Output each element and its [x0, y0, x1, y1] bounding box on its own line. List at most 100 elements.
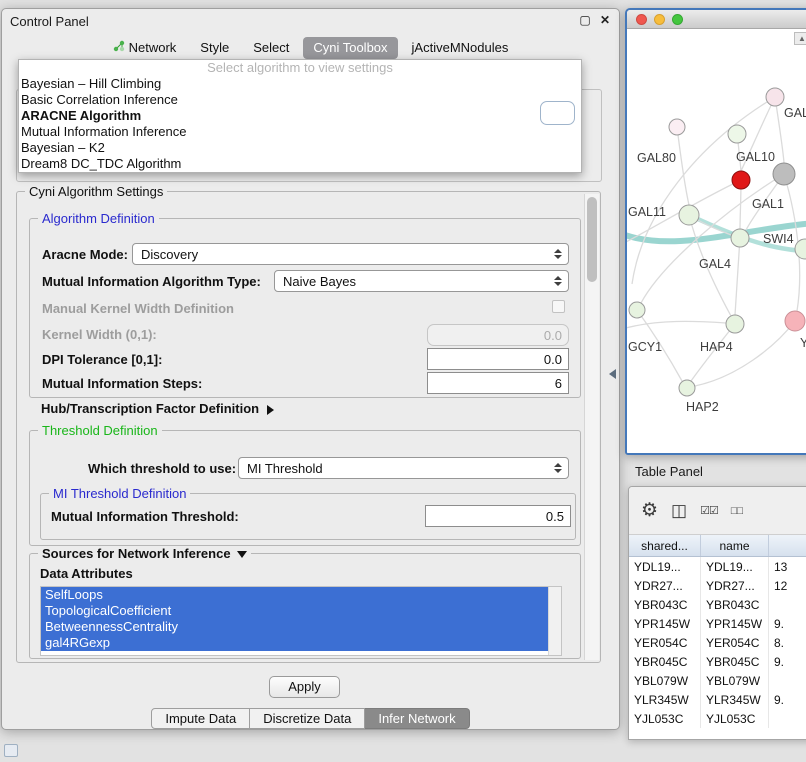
- settings-scrollbar-thumb[interactable]: [587, 197, 597, 282]
- table-row[interactable]: YBR043CYBR043C: [629, 595, 806, 614]
- sources-group: Sources for Network Inference Data Attri…: [29, 553, 581, 659]
- network-node[interactable]: [726, 315, 744, 333]
- bottom-tab-infer-network[interactable]: Infer Network: [365, 708, 469, 729]
- mi-steps-label: Mutual Information Steps:: [42, 376, 202, 391]
- which-threshold-value: MI Threshold: [247, 461, 323, 476]
- table-row[interactable]: YLR345WYLR345W9.: [629, 690, 806, 709]
- network-node[interactable]: [679, 380, 695, 396]
- algorithm-option-basic-correlation-inference[interactable]: Basic Correlation Inference: [19, 92, 581, 108]
- gear-icon[interactable]: ⚙: [641, 499, 658, 522]
- data-attributes-label: Data Attributes: [40, 566, 133, 581]
- table-cell: YPR145W: [629, 614, 701, 633]
- network-canvas[interactable]: GALGAL80GAL10GAL1GAL11SWI4GAL4GCY1HAP4YH…: [627, 29, 806, 453]
- network-scrollbar-button[interactable]: ▲: [794, 32, 806, 45]
- window-title: Control Panel: [10, 14, 89, 29]
- node-label-hap4: HAP4: [700, 340, 733, 354]
- network-edge: [627, 321, 726, 329]
- column-header-1[interactable]: shared...: [629, 535, 701, 556]
- tab-network[interactable]: Network: [103, 37, 187, 59]
- node-label-gal80: GAL80: [637, 151, 676, 165]
- table-header-row: shared...name: [629, 535, 806, 557]
- algorithm-option-mutual-information-inference[interactable]: Mutual Information Inference: [19, 124, 581, 140]
- network-node[interactable]: [731, 229, 749, 247]
- zoom-traffic-light-icon[interactable]: [672, 14, 683, 25]
- mi-type-select[interactable]: Naive Bayes: [274, 270, 569, 292]
- attribute-item-betweennesscentrality[interactable]: BetweennessCentrality: [41, 619, 548, 635]
- tab-style[interactable]: Style: [190, 37, 239, 59]
- network-node[interactable]: [679, 205, 699, 225]
- background-spinner-field[interactable]: [540, 101, 575, 125]
- network-edge: [775, 97, 784, 163]
- which-threshold-select[interactable]: MI Threshold: [238, 457, 569, 479]
- attribute-item-gal4rgexp[interactable]: gal4RGexp: [41, 635, 548, 651]
- sources-group-title[interactable]: Sources for Network Inference: [38, 546, 251, 561]
- minimize-traffic-light-icon[interactable]: [654, 14, 665, 25]
- algorithm-option-dream8-dc-tdc-algorithm[interactable]: Dream8 DC_TDC Algorithm: [19, 156, 581, 172]
- taskbar-corner-icon[interactable]: [4, 744, 18, 757]
- network-tab-icon: [113, 40, 125, 55]
- tab-jactivemnodules[interactable]: jActiveMNodules: [402, 37, 519, 59]
- table-row[interactable]: YPR145WYPR145W9.: [629, 614, 806, 633]
- settings-scrollbar[interactable]: [584, 194, 599, 660]
- close-window-icon[interactable]: ✕: [597, 12, 613, 28]
- columns-icon[interactable]: ◫: [671, 501, 687, 521]
- close-traffic-light-icon[interactable]: [636, 14, 647, 25]
- sources-title-text: Sources for Network Inference: [42, 546, 231, 561]
- hub-definition-toggle[interactable]: Hub/Transcription Factor Definition: [41, 401, 274, 416]
- network-node[interactable]: [773, 163, 795, 185]
- algorithm-option-aracne-algorithm[interactable]: ARACNE Algorithm: [19, 108, 581, 124]
- table-row[interactable]: YJL053CYJL053C: [629, 709, 806, 728]
- table-cell: YLR345W: [629, 690, 701, 709]
- select-all-icon[interactable]: ☑☑: [700, 504, 718, 517]
- table-cell: [769, 671, 806, 690]
- node-label-gal4: GAL4: [699, 257, 731, 271]
- tab-label: Style: [200, 40, 229, 55]
- column-header-2[interactable]: name: [701, 535, 769, 556]
- network-view-window: GALGAL80GAL10GAL1GAL11SWI4GAL4GCY1HAP4YH…: [625, 8, 806, 455]
- manual-kernel-checkbox[interactable]: [552, 300, 565, 313]
- bottom-tab-discretize-data[interactable]: Discretize Data: [250, 708, 365, 729]
- table-row[interactable]: YDL19...YDL19...13: [629, 557, 806, 576]
- dropdown-placeholder: Select algorithm to view settings: [19, 60, 581, 76]
- tab-label: jActiveMNodules: [412, 40, 509, 55]
- algorithm-option-bayesian-hill-climbing[interactable]: Bayesian – Hill Climbing: [19, 76, 581, 92]
- table-cell: 8.: [769, 633, 806, 652]
- network-node[interactable]: [629, 302, 645, 318]
- network-node[interactable]: [795, 239, 806, 259]
- threshold-definition-group: Threshold Definition Which threshold to …: [29, 430, 581, 546]
- desktop: { "colors": { "selection_blue": "#3c6fd3…: [0, 0, 806, 762]
- algorithm-option-bayesian-k2[interactable]: Bayesian – K2: [19, 140, 581, 156]
- panel-splitter-arrow[interactable]: [609, 369, 616, 379]
- network-canvas-svg: GALGAL80GAL10GAL1GAL11SWI4GAL4GCY1HAP4YH…: [627, 29, 806, 453]
- table-cell: 9.: [769, 690, 806, 709]
- network-node[interactable]: [785, 311, 805, 331]
- network-node[interactable]: [766, 88, 784, 106]
- table-row[interactable]: YER054CYER054C8.: [629, 633, 806, 652]
- table-row[interactable]: YDR27...YDR27...12: [629, 576, 806, 595]
- network-node[interactable]: [732, 171, 750, 189]
- network-node[interactable]: [728, 125, 746, 143]
- settings-group-title: Cyni Algorithm Settings: [25, 184, 167, 199]
- mi-steps-field[interactable]: 6: [427, 372, 569, 394]
- node-label-hap2: HAP2: [686, 400, 719, 414]
- mi-threshold-field[interactable]: 0.5: [425, 505, 571, 527]
- node-label-swi4: SWI4: [763, 232, 794, 246]
- restore-window-icon[interactable]: ▢: [577, 12, 593, 28]
- table-row[interactable]: YBL079WYBL079W: [629, 671, 806, 690]
- network-edge: [735, 238, 740, 315]
- mi-threshold-definition-title: MI Threshold Definition: [49, 486, 190, 501]
- tab-cyni-toolbox[interactable]: Cyni Toolbox: [303, 37, 397, 59]
- attributes-scrollbar[interactable]: [548, 587, 561, 655]
- attribute-item-selfloops[interactable]: SelfLoops: [41, 587, 548, 603]
- deselect-all-icon[interactable]: □□: [731, 505, 742, 517]
- network-node[interactable]: [669, 119, 685, 135]
- dpi-tolerance-field[interactable]: 0.0: [427, 348, 569, 370]
- table-row[interactable]: YBR045CYBR045C9.: [629, 652, 806, 671]
- attribute-item-topologicalcoefficient[interactable]: TopologicalCoefficient: [41, 603, 548, 619]
- apply-button[interactable]: Apply: [269, 676, 340, 698]
- bottom-tab-impute-data[interactable]: Impute Data: [151, 708, 250, 729]
- combo-arrows-icon: [554, 276, 562, 286]
- aracne-mode-select[interactable]: Discovery: [132, 243, 569, 265]
- tab-select[interactable]: Select: [243, 37, 299, 59]
- column-header-3[interactable]: [769, 535, 806, 556]
